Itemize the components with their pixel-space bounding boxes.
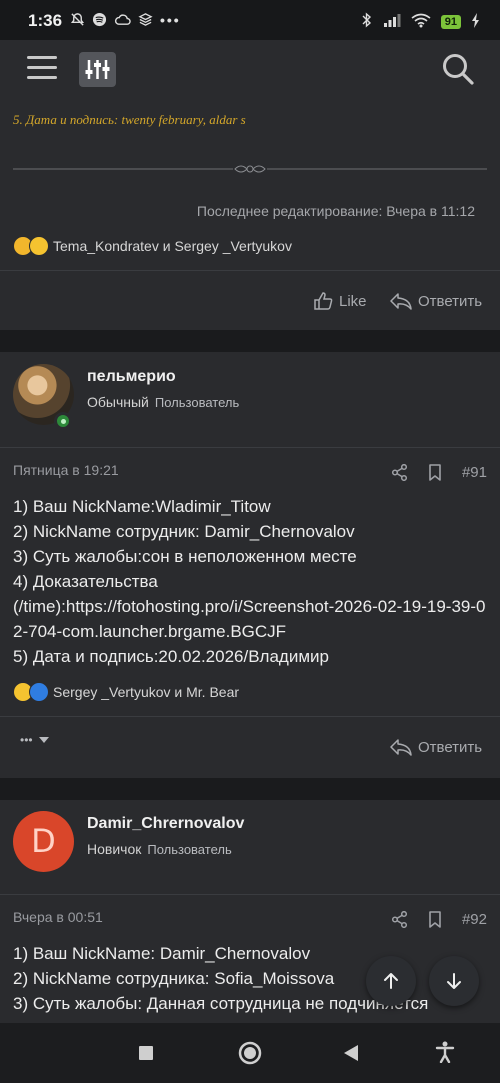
chevron-down-icon xyxy=(38,737,49,743)
status-bar: 1:36 ••• 91 xyxy=(0,0,500,40)
back-icon[interactable] xyxy=(343,1044,359,1062)
post-date[interactable]: Вчера в 00:51 xyxy=(13,909,103,925)
reactions-summary[interactable]: Tema_Kondratev и Sergey _Vertyukov xyxy=(13,236,292,256)
role-subtitle: Пользователь xyxy=(154,395,240,410)
reply-icon xyxy=(390,293,412,310)
divider xyxy=(0,894,500,895)
post-number[interactable]: #92 xyxy=(462,911,487,928)
divider xyxy=(0,447,500,448)
battery-indicator: 91 xyxy=(440,14,461,29)
post-tools: #91 xyxy=(391,464,487,481)
reply-label: Ответить xyxy=(418,292,483,310)
like-label: Like xyxy=(339,292,367,310)
post-line: 5) Дата и подпись:20.02.2026/Владимир xyxy=(13,647,329,666)
role-subtitle: Пользователь xyxy=(147,842,232,857)
charging-icon xyxy=(471,12,480,31)
bluetooth-icon xyxy=(361,12,373,31)
divider-ornament xyxy=(13,165,487,173)
like-reaction-icon xyxy=(29,682,49,702)
more-label: ••• xyxy=(20,733,33,747)
post-body: 1) Ваш NickName:Wladimir_Titow 2) NickNa… xyxy=(13,494,488,669)
recents-icon[interactable] xyxy=(138,1045,154,1061)
arrow-up-icon xyxy=(384,973,398,989)
status-system-icons: 91 xyxy=(361,12,480,31)
role-title: Обычный xyxy=(87,394,149,410)
status-notification-icons: ••• xyxy=(70,12,181,30)
post-username[interactable]: пельмерио xyxy=(87,368,176,386)
more-options-button[interactable]: ••• xyxy=(20,733,49,747)
layers-icon xyxy=(138,12,153,30)
accessibility-icon[interactable] xyxy=(435,1041,455,1063)
more-notifications-icon: ••• xyxy=(160,12,181,28)
arrow-down-icon xyxy=(447,973,461,989)
post-line: 3) Суть жалобы: Данная сотрудница не под… xyxy=(13,994,429,1013)
like-button[interactable]: Like xyxy=(314,292,367,310)
sliders-icon xyxy=(85,60,110,79)
share-icon[interactable] xyxy=(391,911,408,928)
scroll-down-button[interactable] xyxy=(429,956,479,1006)
post-date[interactable]: Пятница в 19:21 xyxy=(13,462,119,478)
reactions-summary[interactable]: Sergey _Vertyukov и Mr. Bear xyxy=(13,682,239,702)
post-number[interactable]: #91 xyxy=(462,464,487,481)
edited-note: Последнее редактирование: Вчера в 11:12 xyxy=(196,203,475,219)
app-header xyxy=(0,40,500,102)
post-signature: 5. Дата и подпись: twenty february, alda… xyxy=(13,112,246,127)
user-role: Обычный Пользователь xyxy=(87,394,239,410)
reactions-names: Sergey _Vertyukov и Mr. Bear xyxy=(53,684,240,700)
menu-button[interactable] xyxy=(27,56,57,84)
system-nav-bar xyxy=(0,1023,500,1083)
reply-button[interactable]: Ответить xyxy=(390,292,482,310)
bookmark-icon[interactable] xyxy=(428,911,442,928)
reply-label: Ответить xyxy=(418,738,483,756)
filter-button[interactable] xyxy=(79,52,116,87)
post-link[interactable]: (/time):https://fotohosting.pro/i/Screen… xyxy=(13,594,488,644)
post-body: 1) Ваш NickName: Damir_Chernovalov 2) Ni… xyxy=(13,941,488,1023)
cloud-icon xyxy=(114,12,131,30)
mute-icon xyxy=(70,12,85,30)
reply-button[interactable]: Ответить xyxy=(390,738,482,756)
post-separator xyxy=(0,778,500,800)
post-line: 2) NickName сотрудника: Sofia_Moissova xyxy=(13,969,335,988)
share-icon[interactable] xyxy=(391,464,408,481)
status-time: 1:36 xyxy=(28,11,63,30)
search-icon xyxy=(443,54,474,85)
menu-icon-line xyxy=(27,76,57,79)
divider xyxy=(0,716,500,717)
thumbs-up-icon xyxy=(314,292,333,310)
post-line: 3) Суть жалобы:сон в неположенном месте xyxy=(13,547,357,566)
home-icon[interactable] xyxy=(238,1041,262,1065)
post-username[interactable]: Damir_Chrernovalov xyxy=(87,815,244,833)
post-tools: #92 xyxy=(391,911,487,928)
post-line: 4) Доказательства xyxy=(13,572,158,591)
spotify-icon xyxy=(92,12,107,30)
bookmark-icon[interactable] xyxy=(428,464,442,481)
user-role: Новичок Пользователь xyxy=(87,841,232,857)
divider xyxy=(0,270,500,271)
post-line: 2) NickName сотрудник: Damir_Chernovalov xyxy=(13,522,355,541)
laughing-emoji-icon xyxy=(29,236,49,256)
avatar[interactable]: D xyxy=(13,811,74,872)
reactions-names: Tema_Kondratev и Sergey _Vertyukov xyxy=(53,238,292,254)
post-line: 1) Ваш NickName:Wladimir_Titow xyxy=(13,497,271,516)
online-status-badge xyxy=(54,412,72,430)
search-button[interactable] xyxy=(441,52,475,86)
reply-icon xyxy=(390,739,412,756)
menu-icon-line xyxy=(27,66,57,69)
signal-icon xyxy=(383,13,401,30)
menu-icon-line xyxy=(27,56,57,59)
role-title: Новичок xyxy=(87,841,142,857)
post-line: 1) Ваш NickName: Damir_Chernovalov xyxy=(13,944,311,963)
post-separator xyxy=(0,330,500,352)
wifi-icon xyxy=(411,13,431,31)
scroll-up-button[interactable] xyxy=(366,956,416,1006)
